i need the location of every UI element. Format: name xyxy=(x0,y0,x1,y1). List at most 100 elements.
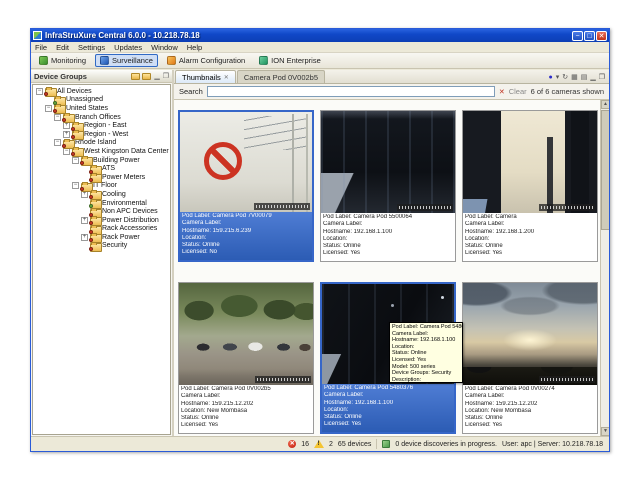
tree-item-region-west[interactable]: +Region - West xyxy=(33,130,170,139)
maximize-button[interactable]: □ xyxy=(584,31,595,41)
menu-edit[interactable]: Edit xyxy=(56,43,69,52)
timestamp-overlay xyxy=(539,376,595,383)
alarm-status-dot xyxy=(62,144,66,148)
new-group-icon[interactable] xyxy=(131,73,140,80)
camera-tooltip: Pod Label: Camera Pod 5480376Camera Labe… xyxy=(389,322,463,383)
tree-item-label: Environmental xyxy=(102,200,147,207)
main-content: Device Groups ▁ ❐ −All DevicesUnassigned… xyxy=(31,70,609,436)
tree-item-power-distribution[interactable]: +Power Distribution xyxy=(33,216,170,225)
chevron-down-icon[interactable]: ▾ xyxy=(556,73,560,81)
restore-view-icon[interactable]: ❐ xyxy=(599,73,605,81)
menu-help[interactable]: Help xyxy=(187,43,202,52)
camera-info: Pod Label: Camera Pod 0V00274Camera Labe… xyxy=(463,385,597,433)
tree-item-label: West Kingston Data Center xyxy=(84,148,169,155)
camera-image[interactable] xyxy=(463,111,597,213)
scroll-down-icon[interactable]: ▼ xyxy=(601,427,609,436)
clear-icon[interactable]: ✕ xyxy=(499,88,505,96)
tree-item-building-power[interactable]: −Building Power xyxy=(33,156,170,165)
ok-status-dot xyxy=(89,204,93,208)
ok-status-dot xyxy=(53,101,57,105)
camera-card[interactable]: Pod Label: Camera Pod 0V00274Camera Labe… xyxy=(462,282,598,434)
tree-item-rack-accessories[interactable]: Rack Accessories xyxy=(33,225,170,234)
refresh-icon[interactable]: ↻ xyxy=(562,73,568,81)
camera-image[interactable] xyxy=(321,111,455,213)
camera-card[interactable]: Pod Label: Camera Pod 7V00079Camera Labe… xyxy=(178,110,314,262)
tree-item-environmental[interactable]: Environmental xyxy=(33,199,170,208)
tree-item-unassigned[interactable]: Unassigned xyxy=(33,96,170,105)
collapse-icon[interactable]: − xyxy=(63,148,70,155)
warning-icon[interactable] xyxy=(314,440,324,448)
tree-item-ats[interactable]: ATS xyxy=(33,164,170,173)
tree-item-united-states[interactable]: − United States xyxy=(33,104,170,113)
tab-thumbnails[interactable]: Thumbnails ✕ xyxy=(175,70,236,83)
minimize-panel-icon[interactable]: ▁ xyxy=(154,72,159,80)
clear-button[interactable]: Clear xyxy=(509,87,527,96)
error-icon[interactable]: ✕ xyxy=(288,440,296,448)
close-button[interactable]: ✕ xyxy=(596,31,607,41)
scrollbar-thumb[interactable] xyxy=(601,110,609,230)
camera-info-line: Location: xyxy=(324,407,452,414)
camera-image[interactable] xyxy=(179,283,313,385)
tree-item-rack-power[interactable]: +Rack Power xyxy=(33,233,170,242)
scene-layer xyxy=(463,283,597,334)
timestamp-overlay xyxy=(254,203,310,210)
collapse-icon[interactable]: − xyxy=(72,157,79,164)
expand-icon[interactable]: + xyxy=(81,234,88,241)
move-group-icon[interactable] xyxy=(142,73,151,80)
collapse-icon[interactable]: − xyxy=(54,114,61,121)
scroll-up-icon[interactable]: ▲ xyxy=(601,100,609,109)
camera-info-line: Pod Label: Camera Pod 0V002b5 xyxy=(181,386,311,393)
menu-file[interactable]: File xyxy=(35,43,47,52)
tree-item-rhode-island[interactable]: −Rhode Island xyxy=(33,139,170,148)
camera-view-icon[interactable]: ● xyxy=(548,74,552,81)
tree-item-label: All Devices xyxy=(57,88,92,95)
maximize-panel-icon[interactable]: ❐ xyxy=(163,72,169,80)
camera-card[interactable]: Pod Label: CameraCamera Label:Hostname: … xyxy=(462,110,598,262)
camera-info-line: Status: Online xyxy=(324,414,452,421)
grid-view-icon[interactable]: ▦ xyxy=(571,73,578,81)
toolbar-button-monitoring[interactable]: Monitoring xyxy=(34,54,91,67)
tree-item-security[interactable]: Security xyxy=(33,242,170,251)
folder-icon xyxy=(90,173,100,181)
tree-item-branch-offices[interactable]: −Branch Offices xyxy=(33,113,170,122)
device-groups-panel: Device Groups ▁ ❐ −All DevicesUnassigned… xyxy=(31,70,174,436)
tab-camera-pod[interactable]: Camera Pod 0V002b5 xyxy=(237,70,325,83)
camera-info-line: Status: Online xyxy=(182,242,310,249)
camera-image[interactable] xyxy=(180,112,312,212)
tree-item-west-kingston-data-center[interactable]: − West Kingston Data Center xyxy=(33,147,170,156)
menu-settings[interactable]: Settings xyxy=(78,43,105,52)
expand-icon[interactable]: + xyxy=(63,131,70,138)
camera-card[interactable]: Pod Label: Camera Pod 5500064Camera Labe… xyxy=(320,110,456,262)
toolbar-button-alarm-configuration[interactable]: Alarm Configuration xyxy=(162,54,250,67)
collapse-icon[interactable]: − xyxy=(72,182,79,189)
detail-view-icon[interactable]: ▤ xyxy=(581,73,588,81)
tab-close-icon[interactable]: ✕ xyxy=(224,74,229,81)
tree-item-region-east[interactable]: +Region - East xyxy=(33,121,170,130)
menu-updates[interactable]: Updates xyxy=(114,43,142,52)
minimize-view-icon[interactable]: ▁ xyxy=(590,73,595,81)
collapse-icon[interactable]: − xyxy=(54,139,61,146)
expand-icon[interactable]: + xyxy=(63,122,70,129)
tree-item-all-devices[interactable]: − All Devices xyxy=(33,87,170,96)
tree-item-non-apc-devices[interactable]: Non APC Devices xyxy=(33,207,170,216)
search-input[interactable] xyxy=(207,86,495,97)
expand-icon[interactable]: + xyxy=(81,217,88,224)
tree-item-label: United States xyxy=(66,105,108,112)
camera-info-line: Status: Online xyxy=(465,415,595,422)
title-bar[interactable]: InfraStruXure Central 6.0.0 - 10.218.78.… xyxy=(31,29,609,42)
vertical-scrollbar[interactable]: ▲ ▼ xyxy=(600,100,609,436)
minimize-button[interactable]: − xyxy=(572,31,583,41)
expand-icon[interactable]: + xyxy=(81,191,88,198)
camera-card[interactable]: Pod Label: Camera Pod 0V002b5Camera Labe… xyxy=(178,282,314,434)
camera-image[interactable] xyxy=(463,283,597,385)
tab-thumbnails-label: Thumbnails xyxy=(182,73,221,82)
tree-item-cooling[interactable]: +Cooling xyxy=(33,190,170,199)
collapse-icon[interactable]: − xyxy=(45,105,52,112)
scene-layer xyxy=(292,114,294,212)
camera-info-line: Hostname: 159.215.6.239 xyxy=(182,228,310,235)
menu-window[interactable]: Window xyxy=(151,43,178,52)
tree-item-power-meters[interactable]: Power Meters xyxy=(33,173,170,182)
toolbar-button-surveillance[interactable]: Surveillance xyxy=(95,54,158,67)
collapse-icon[interactable]: − xyxy=(36,88,43,95)
toolbar-button-ion-enterprise[interactable]: ION Enterprise xyxy=(254,54,326,67)
